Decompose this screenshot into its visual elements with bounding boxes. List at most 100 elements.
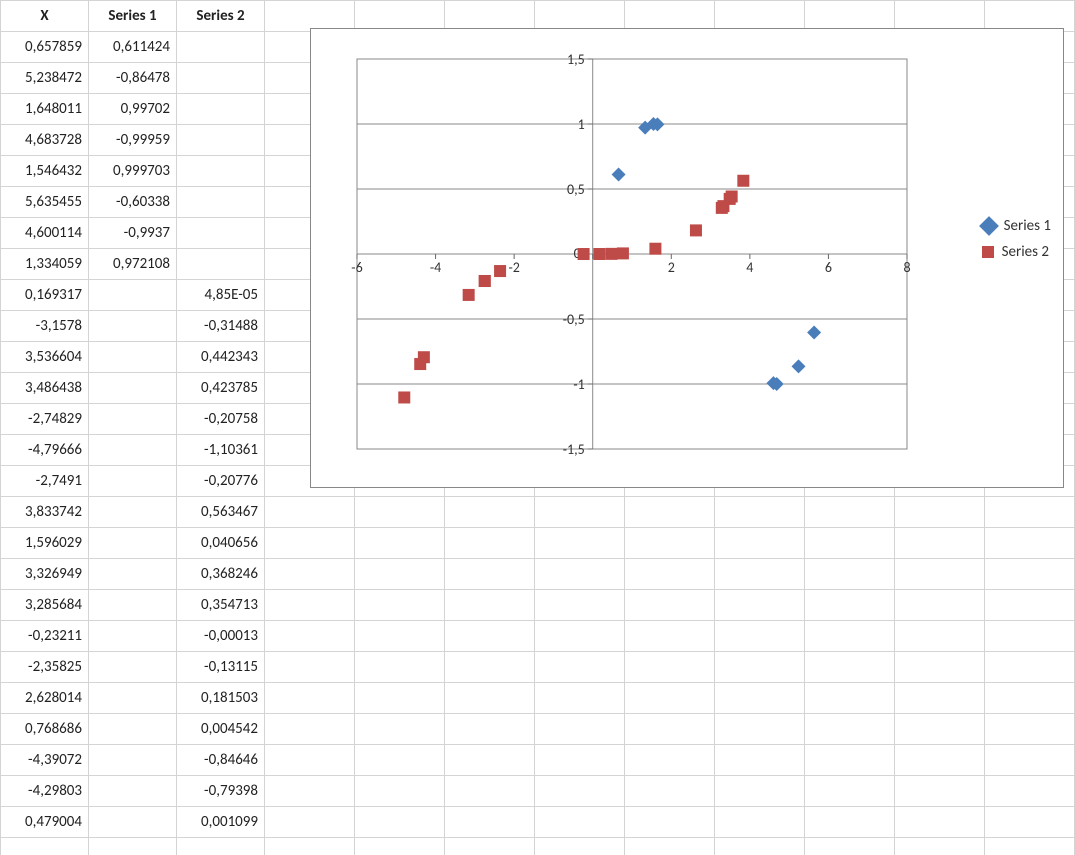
empty-cell[interactable]	[445, 652, 535, 683]
empty-cell[interactable]	[445, 776, 535, 807]
cell-s1[interactable]	[89, 652, 177, 683]
cell-s2[interactable]	[177, 218, 265, 249]
empty-cell[interactable]	[355, 776, 445, 807]
cell-x[interactable]: 3,833742	[1, 497, 89, 528]
cell-s2[interactable]: 0,442343	[177, 342, 265, 373]
cell-s1[interactable]	[89, 497, 177, 528]
col-header-s1[interactable]: Series 1	[89, 1, 177, 32]
empty-header[interactable]	[265, 1, 355, 32]
empty-cell[interactable]	[625, 652, 715, 683]
cell-s1[interactable]	[89, 435, 177, 466]
empty-cell[interactable]	[895, 497, 985, 528]
empty-cell[interactable]	[805, 683, 895, 714]
empty-cell[interactable]	[177, 838, 265, 855]
empty-cell[interactable]	[895, 559, 985, 590]
empty-cell[interactable]	[805, 714, 895, 745]
cell-s1[interactable]	[89, 621, 177, 652]
cell-s1[interactable]	[89, 404, 177, 435]
empty-cell[interactable]	[535, 528, 625, 559]
empty-cell[interactable]	[985, 838, 1075, 855]
empty-cell[interactable]	[355, 652, 445, 683]
empty-cell[interactable]	[445, 497, 535, 528]
empty-cell[interactable]	[985, 776, 1075, 807]
empty-cell[interactable]	[445, 714, 535, 745]
cell-x[interactable]: 0,768686	[1, 714, 89, 745]
cell-s2[interactable]: -0,20758	[177, 404, 265, 435]
empty-cell[interactable]	[895, 776, 985, 807]
cell-s2[interactable]: -0,79398	[177, 776, 265, 807]
cell-x[interactable]: 1,334059	[1, 249, 89, 280]
cell-s2[interactable]: 0,368246	[177, 559, 265, 590]
cell-x[interactable]: 3,486438	[1, 373, 89, 404]
empty-cell[interactable]	[715, 683, 805, 714]
empty-cell[interactable]	[265, 683, 355, 714]
empty-cell[interactable]	[625, 745, 715, 776]
cell-s1[interactable]	[89, 683, 177, 714]
empty-cell[interactable]	[985, 590, 1075, 621]
empty-cell[interactable]	[895, 652, 985, 683]
cell-s1[interactable]: -0,9937	[89, 218, 177, 249]
empty-cell[interactable]	[625, 590, 715, 621]
cell-s2[interactable]: -1,10361	[177, 435, 265, 466]
cell-s2[interactable]	[177, 32, 265, 63]
empty-cell[interactable]	[625, 807, 715, 838]
cell-x[interactable]: -4,79666	[1, 435, 89, 466]
cell-s2[interactable]: 0,563467	[177, 497, 265, 528]
cell-x[interactable]: 5,238472	[1, 63, 89, 94]
cell-s1[interactable]	[89, 559, 177, 590]
empty-cell[interactable]	[985, 745, 1075, 776]
empty-cell[interactable]	[715, 652, 805, 683]
cell-x[interactable]: -2,7491	[1, 466, 89, 497]
cell-s2[interactable]	[177, 125, 265, 156]
cell-x[interactable]: 3,536604	[1, 342, 89, 373]
empty-cell[interactable]	[625, 621, 715, 652]
cell-x[interactable]: 4,683728	[1, 125, 89, 156]
empty-cell[interactable]	[265, 497, 355, 528]
cell-x[interactable]: -4,29803	[1, 776, 89, 807]
empty-cell[interactable]	[625, 528, 715, 559]
cell-x[interactable]: 0,479004	[1, 807, 89, 838]
cell-x[interactable]: 3,285684	[1, 590, 89, 621]
cell-s1[interactable]	[89, 342, 177, 373]
empty-cell[interactable]	[715, 838, 805, 855]
cell-x[interactable]: -4,39072	[1, 745, 89, 776]
empty-cell[interactable]	[715, 559, 805, 590]
empty-cell[interactable]	[535, 652, 625, 683]
empty-cell[interactable]	[895, 745, 985, 776]
empty-cell[interactable]	[535, 838, 625, 855]
empty-cell[interactable]	[625, 838, 715, 855]
empty-cell[interactable]	[535, 683, 625, 714]
empty-cell[interactable]	[895, 621, 985, 652]
scatter-chart[interactable]: -6-4-224680-1,5-1-0,50,511,5 Series 1 Se…	[310, 28, 1064, 488]
empty-cell[interactable]	[355, 683, 445, 714]
empty-header[interactable]	[355, 1, 445, 32]
empty-cell[interactable]	[265, 559, 355, 590]
cell-x[interactable]: -2,74829	[1, 404, 89, 435]
cell-s1[interactable]	[89, 714, 177, 745]
empty-cell[interactable]	[535, 807, 625, 838]
cell-s2[interactable]: 0,004542	[177, 714, 265, 745]
empty-cell[interactable]	[535, 590, 625, 621]
empty-cell[interactable]	[985, 807, 1075, 838]
empty-cell[interactable]	[805, 838, 895, 855]
empty-cell[interactable]	[265, 807, 355, 838]
empty-cell[interactable]	[265, 652, 355, 683]
col-header-s2[interactable]: Series 2	[177, 1, 265, 32]
cell-s1[interactable]	[89, 807, 177, 838]
empty-header[interactable]	[445, 1, 535, 32]
empty-cell[interactable]	[445, 559, 535, 590]
empty-cell[interactable]	[805, 497, 895, 528]
cell-s1[interactable]	[89, 776, 177, 807]
cell-s2[interactable]: -0,31488	[177, 311, 265, 342]
cell-x[interactable]: 1,648011	[1, 94, 89, 125]
empty-cell[interactable]	[445, 745, 535, 776]
empty-cell[interactable]	[355, 838, 445, 855]
empty-cell[interactable]	[89, 838, 177, 855]
cell-s1[interactable]: 0,999703	[89, 156, 177, 187]
empty-cell[interactable]	[805, 621, 895, 652]
cell-s2[interactable]: 0,354713	[177, 590, 265, 621]
empty-cell[interactable]	[265, 714, 355, 745]
empty-cell[interactable]	[445, 838, 535, 855]
empty-cell[interactable]	[805, 590, 895, 621]
empty-cell[interactable]	[265, 776, 355, 807]
